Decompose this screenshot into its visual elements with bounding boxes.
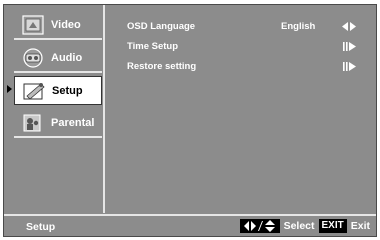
sidebar-item-label: Parental bbox=[51, 116, 95, 129]
sidebar-item-audio[interactable]: Audio bbox=[14, 44, 102, 73]
settings-panel: OSD Language English Time Setup Restore … bbox=[105, 5, 376, 213]
setting-row-restore-setting[interactable]: Restore setting bbox=[127, 61, 366, 75]
setup-icon bbox=[23, 82, 45, 100]
sidebar-item-label: Video bbox=[51, 18, 81, 31]
exit-hint: Exit bbox=[350, 220, 370, 232]
select-hint: Select bbox=[283, 220, 315, 232]
current-menu-title: Setup bbox=[26, 221, 56, 233]
left-right-arrow-icon bbox=[342, 22, 356, 31]
sidebar-item-video[interactable]: Video bbox=[14, 11, 102, 40]
setting-row-osd-language[interactable]: OSD Language English bbox=[127, 21, 366, 35]
setting-label: OSD Language bbox=[127, 21, 196, 32]
enter-arrow-icon bbox=[343, 62, 356, 71]
setting-label: Restore setting bbox=[127, 61, 197, 72]
key-help: Select EXIT Exit bbox=[239, 219, 370, 233]
sidebar-item-label: Audio bbox=[51, 51, 83, 64]
parental-icon bbox=[23, 114, 41, 131]
status-bar: Setup Select EXIT Exit bbox=[4, 214, 376, 236]
sidebar-item-parental[interactable]: Parental bbox=[14, 109, 102, 138]
exit-key: EXIT bbox=[318, 219, 347, 233]
setting-value: English bbox=[281, 21, 316, 32]
selection-pointer-icon bbox=[7, 85, 12, 93]
osd-menu-screen: Video Audio Setup Parental OSD Language … bbox=[3, 4, 377, 237]
video-icon bbox=[22, 14, 44, 35]
sidebar: Video Audio Setup Parental bbox=[4, 5, 105, 213]
setting-label: Time Setup bbox=[127, 41, 179, 52]
setting-row-time-setup[interactable]: Time Setup bbox=[127, 41, 366, 55]
navigation-keys-icon bbox=[239, 219, 280, 233]
sidebar-item-label: Setup bbox=[52, 84, 83, 97]
audio-icon bbox=[23, 47, 43, 68]
enter-arrow-icon bbox=[343, 42, 356, 51]
sidebar-item-setup[interactable]: Setup bbox=[14, 76, 102, 105]
